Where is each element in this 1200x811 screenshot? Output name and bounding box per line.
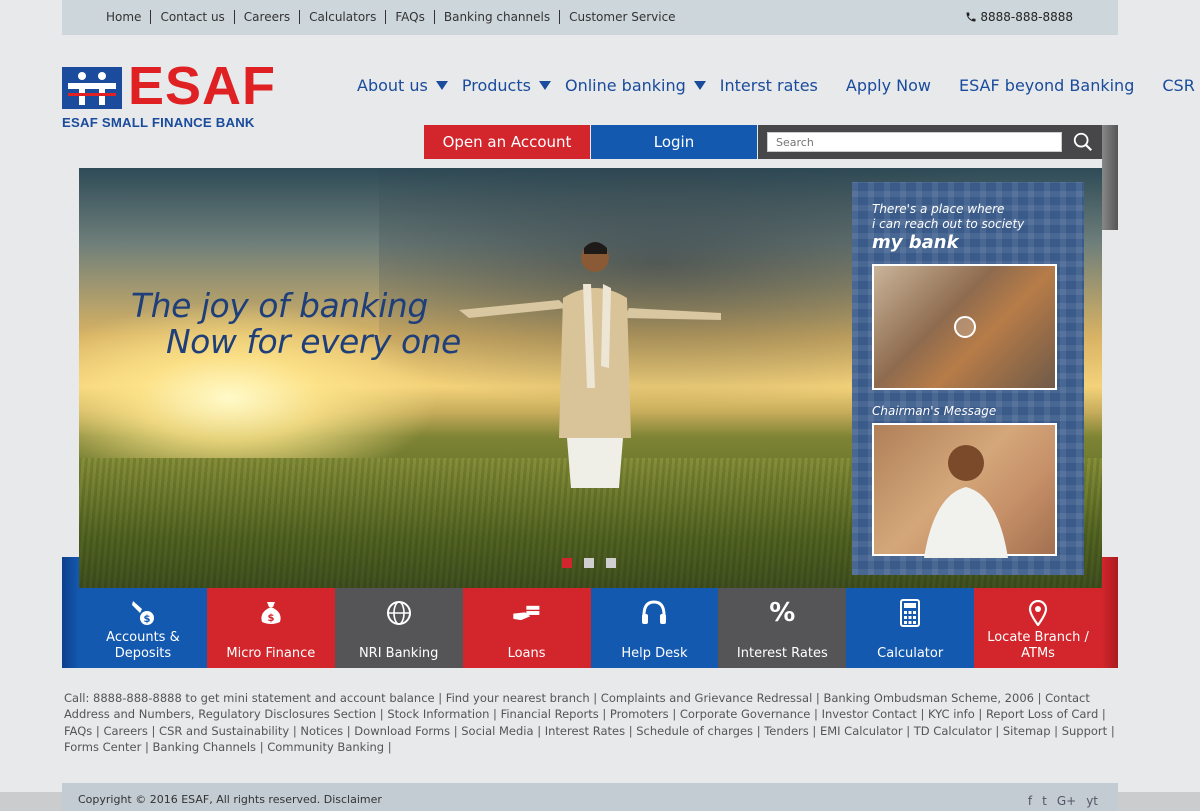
quick-link-micro-finance[interactable]: $ Micro Finance xyxy=(206,588,335,668)
decorative-wing-right xyxy=(1102,557,1118,668)
headphones-icon xyxy=(639,598,669,628)
logo-subtitle: ESAF SMALL FINANCE BANK xyxy=(62,115,255,130)
chevron-down-icon xyxy=(693,81,706,90)
nav-label: ESAF beyond Banking xyxy=(958,76,1135,95)
nav-online-banking[interactable]: Online banking xyxy=(565,76,706,95)
play-icon[interactable] xyxy=(954,316,976,338)
hero-line-2: Now for every one xyxy=(166,322,461,361)
location-pin-icon xyxy=(1023,598,1053,628)
quick-link-accounts-deposits[interactable]: $ Accounts & Deposits xyxy=(79,588,207,668)
hand-cash-icon xyxy=(512,598,542,628)
carousel-dot-3[interactable] xyxy=(606,558,616,568)
chairman-label: Chairman's Message xyxy=(872,404,997,418)
phone-number: 8888-888-8888 xyxy=(965,10,1073,24)
youtube-icon[interactable]: yt xyxy=(1086,794,1098,808)
nav-interest-rates[interactable]: Interst rates xyxy=(720,76,818,95)
nav-label: Interst rates xyxy=(719,76,818,95)
phone-icon xyxy=(966,12,976,22)
side-text-line-2: i can reach out to society xyxy=(872,217,1025,231)
quick-link-locate-branch[interactable]: Locate Branch / ATMs xyxy=(974,588,1102,668)
quick-link-label: Micro Finance xyxy=(226,646,316,661)
side-text: There's a place where i can reach out to… xyxy=(872,202,1024,232)
twitter-icon[interactable]: t xyxy=(1042,794,1047,808)
quick-link-label: Calculator xyxy=(877,646,944,661)
toplink-faqs[interactable]: FAQs xyxy=(385,10,434,24)
main-navigation: About us Products Online banking Interst… xyxy=(357,76,1200,95)
carousel-dot-1[interactable] xyxy=(562,558,572,568)
chairman-message-image[interactable] xyxy=(872,423,1057,558)
svg-text:$: $ xyxy=(267,613,274,624)
nav-label: Products xyxy=(461,76,531,95)
decorative-wing-left xyxy=(62,557,79,668)
nav-about-us[interactable]: About us xyxy=(357,76,448,95)
coin-hand-icon: $ xyxy=(128,598,158,628)
hero-line-1: The joy of banking xyxy=(131,286,428,325)
hero-person-image xyxy=(459,242,721,488)
hero-banner[interactable]: The joy of banking Now for every one The… xyxy=(79,168,1102,588)
nav-beyond-banking[interactable]: ESAF beyond Banking xyxy=(959,76,1134,95)
nav-label: Online banking xyxy=(564,76,686,95)
nav-csr[interactable]: CSR xyxy=(1162,76,1194,95)
logo-brand-text: ESAF xyxy=(128,56,277,116)
logo-mark-icon xyxy=(62,67,122,109)
bottom-bar: Copyright © 2016 ESAF, All rights reserv… xyxy=(62,783,1118,811)
hero-tagline: The joy of banking Now for every one xyxy=(131,288,461,360)
search-bar xyxy=(758,125,1102,159)
side-text-line-1: There's a place where xyxy=(872,202,1005,216)
decorative-fold xyxy=(1102,125,1118,230)
phone-text[interactable]: 8888-888-8888 xyxy=(980,10,1073,24)
quick-link-label: NRI Banking xyxy=(358,646,439,661)
quick-link-nri-banking[interactable]: NRI Banking xyxy=(334,588,463,668)
toplink-home[interactable]: Home xyxy=(100,10,150,24)
quick-link-interest-rates[interactable]: % Interest Rates xyxy=(718,588,847,668)
nav-apply-now[interactable]: Apply Now xyxy=(846,76,931,95)
chevron-down-icon xyxy=(435,81,448,90)
money-bag-icon: $ xyxy=(256,598,286,628)
quick-link-calculator[interactable]: Calculator xyxy=(846,588,975,668)
carousel-dot-2[interactable] xyxy=(584,558,594,568)
social-links: f t G+ yt xyxy=(1028,794,1098,808)
quick-links: $ Accounts & Deposits $ Micro Finance NR… xyxy=(79,588,1102,668)
search-input[interactable] xyxy=(767,132,1062,152)
nav-label: About us xyxy=(357,76,428,95)
svg-text:$: $ xyxy=(143,614,150,625)
chairman-photo xyxy=(924,445,1008,558)
esaf-logo[interactable]: ESAF ESAF SMALL FINANCE BANK xyxy=(62,59,277,133)
my-bank-video-thumbnail[interactable] xyxy=(872,264,1057,390)
quick-link-help-desk[interactable]: Help Desk xyxy=(590,588,719,668)
carousel-dots xyxy=(562,558,616,568)
top-bar: Home Contact us Careers Calculators FAQs… xyxy=(62,0,1118,35)
toplink-careers[interactable]: Careers xyxy=(233,10,299,24)
nav-products[interactable]: Products xyxy=(462,76,551,95)
footer-links[interactable]: Call: 8888-888-8888 to get mini statemen… xyxy=(64,690,1124,755)
percent-icon: % xyxy=(769,598,796,628)
hero-side-panel: There's a place where i can reach out to… xyxy=(852,182,1084,575)
toplink-banking-channels[interactable]: Banking channels xyxy=(433,10,559,24)
quick-link-loans[interactable]: Loans xyxy=(462,588,591,668)
top-links: Home Contact us Careers Calculators FAQs… xyxy=(100,10,685,24)
login-button[interactable]: Login xyxy=(591,125,757,159)
toplink-calculators[interactable]: Calculators xyxy=(299,10,385,24)
facebook-icon[interactable]: f xyxy=(1028,794,1032,808)
globe-icon xyxy=(384,598,414,628)
google-plus-icon[interactable]: G+ xyxy=(1057,794,1076,808)
calculator-icon xyxy=(895,598,925,628)
toplink-contact[interactable]: Contact us xyxy=(150,10,233,24)
chevron-down-icon xyxy=(538,81,551,90)
quick-link-label: Loans xyxy=(507,646,546,661)
quick-link-label: Interest Rates xyxy=(736,646,828,661)
nav-label: CSR xyxy=(1162,76,1195,95)
quick-link-label: Accounts & Deposits xyxy=(106,630,180,661)
quick-link-label: Help Desk xyxy=(621,646,688,661)
side-title: my bank xyxy=(872,232,959,253)
quick-link-label: Locate Branch / ATMs xyxy=(987,630,1089,661)
open-account-button[interactable]: Open an Account xyxy=(424,125,590,159)
search-icon[interactable] xyxy=(1072,131,1094,153)
nav-label: Apply Now xyxy=(845,76,931,95)
copyright-text: Copyright © 2016 ESAF, All rights reserv… xyxy=(78,793,382,806)
toplink-customer-service[interactable]: Customer Service xyxy=(559,10,684,24)
